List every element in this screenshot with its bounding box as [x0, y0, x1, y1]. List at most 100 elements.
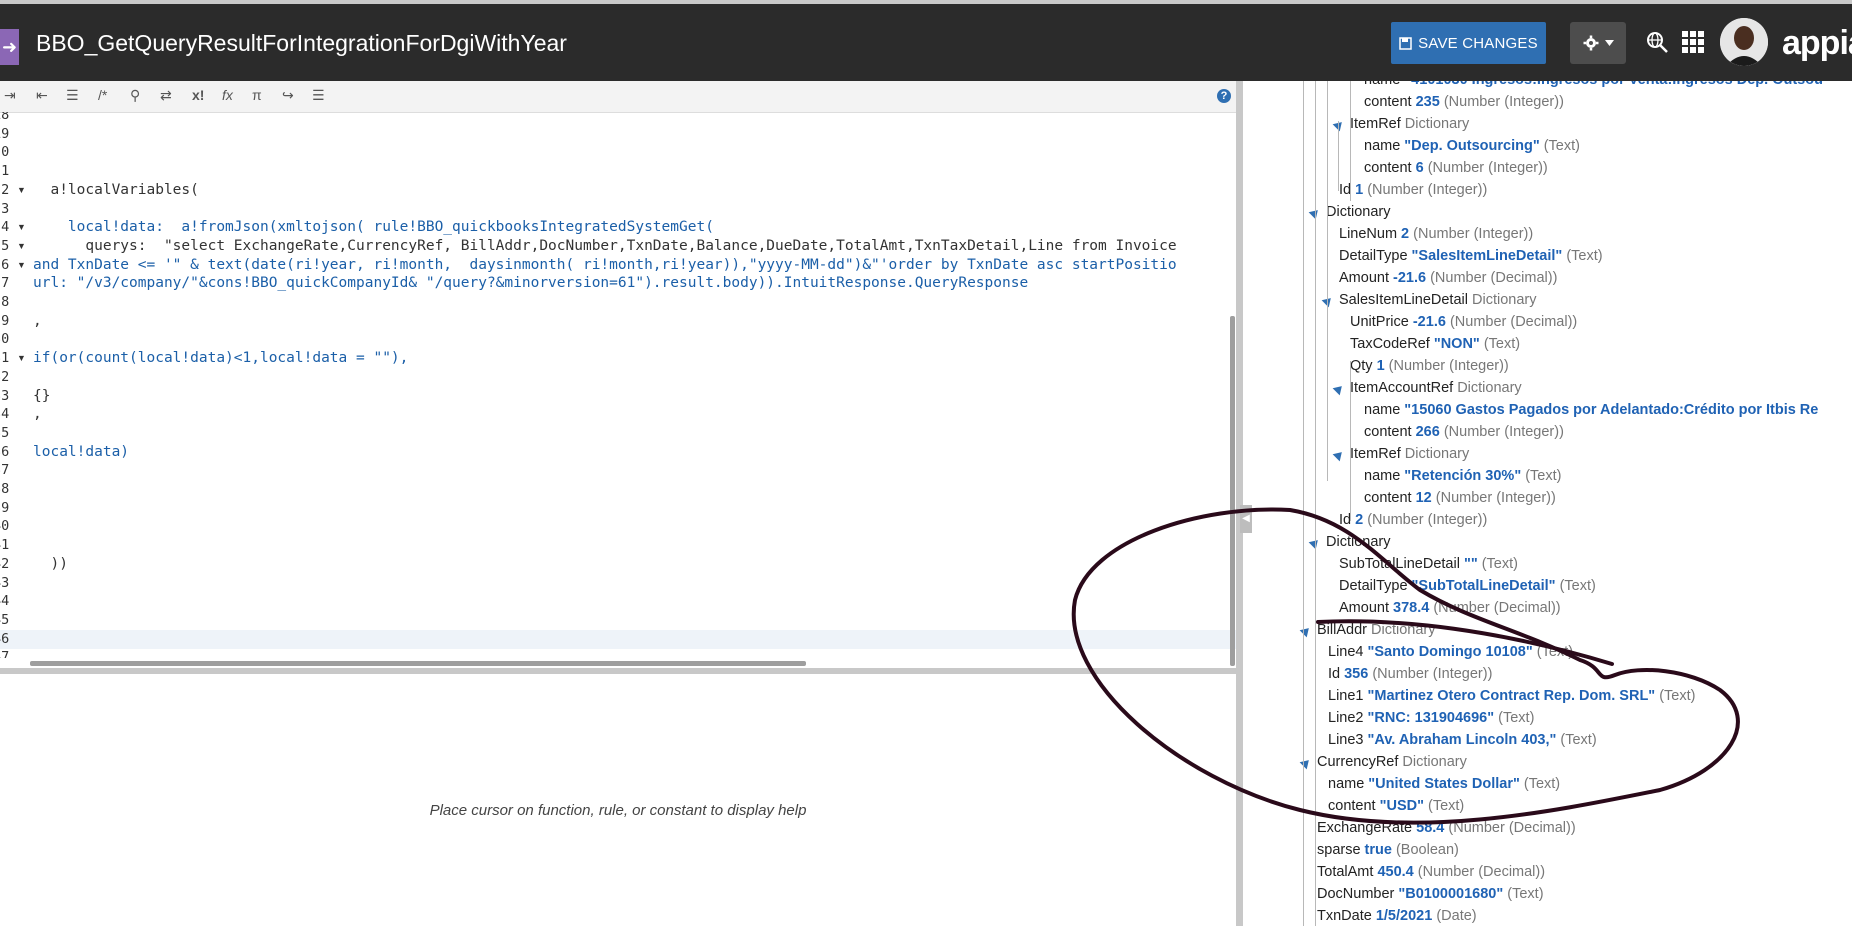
code-line[interactable]: 34, [0, 405, 1236, 424]
code-line[interactable]: 35 [0, 424, 1236, 443]
code-line[interactable]: 20 [0, 143, 1236, 162]
tree-node-value: 6 [1411, 160, 1424, 176]
code-line[interactable]: 27 url: "/v3/company/"&cons!BBO_quickComp… [0, 274, 1236, 293]
code-line[interactable]: 28 [0, 293, 1236, 312]
code-text: local!data) [33, 443, 130, 460]
settings-menu-button[interactable] [1570, 22, 1626, 64]
shuffle-icon[interactable]: ⇄ [160, 87, 172, 104]
tree-node-type: Dictionary [1398, 754, 1467, 770]
tree-node: Line4 "Santo Domingo 10108" (Text) [1328, 644, 1573, 660]
globe-search-icon[interactable] [1645, 30, 1669, 54]
tree-node-value: "B0100001680" [1394, 886, 1504, 902]
back-arrow-icon[interactable]: ➜ [0, 29, 19, 65]
x-bang-icon[interactable]: x! [192, 87, 204, 103]
collapse-triangle-icon[interactable] [1321, 294, 1335, 308]
tree-node-type: Dictionary [1467, 292, 1537, 308]
save-changes-button[interactable]: SAVE CHANGES [1391, 22, 1546, 64]
tree-node-value: 12 [1411, 490, 1432, 506]
code-line[interactable]: 18 [0, 112, 1236, 125]
line-number: 29 [0, 312, 10, 329]
tree-node-key: content [1364, 490, 1412, 506]
tree-node: Line3 "Av. Abraham Lincoln 403," (Text) [1328, 732, 1597, 748]
line-number: 33 [0, 387, 10, 404]
pi-icon[interactable]: π [252, 87, 262, 103]
collapse-triangle-icon[interactable] [1332, 118, 1346, 132]
tree-node-type: (Text) [1477, 556, 1518, 572]
code-line[interactable]: 33 {} [0, 387, 1236, 406]
line-number: 31 ▾ [0, 350, 26, 367]
tree-node-value: "SubTotalLineDetail" [1407, 578, 1556, 594]
list-icon[interactable]: ☰ [66, 87, 79, 104]
vertical-scrollbar[interactable] [1230, 316, 1235, 666]
code-line[interactable]: 22 ▾ a!localVariables( [0, 181, 1236, 200]
pane-divider-vertical[interactable] [1236, 81, 1243, 926]
tree-node: SalesItemLineDetail Dictionary [1339, 292, 1536, 308]
tree-node: content 266 (Number (Integer)) [1364, 424, 1564, 440]
tree-node-type: (Text) [1479, 336, 1521, 352]
horizontal-scrollbar[interactable] [30, 661, 806, 666]
tree-node-key: TaxCodeRef [1350, 336, 1430, 352]
tree-node-key: Id [1328, 666, 1341, 682]
tree-node-key: content [1364, 424, 1412, 440]
code-line[interactable]: 47 [0, 648, 1236, 658]
tree-node-type: (Number (Decimal)) [1413, 864, 1546, 880]
code-line[interactable]: 19 [0, 125, 1236, 144]
collapse-triangle-icon[interactable] [1299, 756, 1313, 770]
code-line[interactable]: 26 ▾ and TxnDate <= '" & text(date(ri!yea… [0, 256, 1236, 275]
collapse-pane-handle[interactable]: ◀ [1240, 505, 1252, 533]
collapse-triangle-icon[interactable] [1299, 624, 1313, 638]
code-line[interactable]: 38 [0, 480, 1236, 499]
tree-node: DocNumber "B0100001680" (Text) [1317, 886, 1544, 902]
save-changes-label: SAVE CHANGES [1418, 34, 1538, 52]
code-line[interactable]: 25 ▾ querys: "select ExchangeRate,Curren… [0, 237, 1236, 256]
tree-node: BillAddr Dictionary [1317, 622, 1435, 638]
indent-icon[interactable]: ⇥ [4, 87, 16, 104]
code-line[interactable]: 36 local!data) [0, 443, 1236, 462]
code-line[interactable]: 37 [0, 461, 1236, 480]
code-line[interactable]: 30 [0, 330, 1236, 349]
code-line[interactable]: 44 [0, 592, 1236, 611]
line-number: 28 [0, 294, 10, 310]
user-avatar[interactable] [1720, 18, 1768, 66]
tree-node-key: Amount [1339, 600, 1389, 616]
code-line[interactable]: 46 [0, 629, 1236, 649]
code-line[interactable]: 29, [0, 312, 1236, 331]
search-icon[interactable]: ⚲ [130, 87, 140, 104]
tree-node: ExchangeRate 58.4 (Number (Decimal)) [1317, 820, 1576, 836]
code-line[interactable]: 40 [0, 517, 1236, 536]
tree-node-value: 2 [1397, 226, 1410, 242]
apps-grid-icon[interactable] [1682, 31, 1704, 53]
collapse-triangle-icon[interactable] [1332, 448, 1346, 462]
code-line[interactable]: 39 [0, 499, 1236, 518]
fx-icon[interactable]: fx [222, 87, 233, 103]
tree-node-type: (Text) [1555, 578, 1596, 594]
export-icon[interactable]: ↪ [282, 87, 294, 104]
outdent-icon[interactable]: ⇤ [36, 87, 48, 104]
tree-node-value: "15060 Gastos Pagados por Adelantado:Cré… [1400, 402, 1819, 418]
code-line[interactable]: 32 [0, 368, 1236, 387]
line-number: 38 [0, 481, 10, 497]
code-line[interactable]: 21 [0, 162, 1236, 181]
tree-node: UnitPrice -21.6 (Number (Decimal)) [1350, 314, 1577, 330]
help-icon[interactable]: ? [1217, 89, 1231, 103]
code-line[interactable]: 45 [0, 611, 1236, 630]
collapse-triangle-icon[interactable] [1332, 382, 1346, 396]
tree-node-value: "USD" [1375, 798, 1424, 814]
tree-node-key: Dictionary [1326, 534, 1391, 550]
tree-node-key: Line4 [1328, 644, 1364, 660]
tree-node: DetailType "SubTotalLineDetail" (Text) [1339, 578, 1596, 594]
code-line[interactable]: 43 [0, 574, 1236, 593]
code-area[interactable]: 1819202122 ▾ a!localVariables(2324 ▾ loc… [0, 112, 1236, 658]
code-line[interactable]: 23 [0, 200, 1236, 219]
code-line[interactable]: 41 [0, 536, 1236, 555]
find-replace-icon[interactable]: ☰ [312, 87, 325, 104]
tree-node: name "Dep. Outsourcing" (Text) [1364, 138, 1580, 154]
code-line[interactable]: 31 ▾ if(or(count(local!data)<1,local!data… [0, 349, 1236, 368]
comment-icon[interactable]: /* [98, 87, 107, 103]
code-line[interactable]: 42 )) [0, 555, 1236, 574]
expression-editor[interactable]: ⇥ ⇤ ☰ /* ⚲ ⇄ x! fx π ↪ ☰ ? 18 19 20 2122 ▾ … [0, 81, 1236, 668]
help-placeholder-text: Place cursor on function, rule, or const… [429, 802, 807, 819]
code-line[interactable]: 24 ▾ local!data: a!fromJson(xmltojson( r… [0, 218, 1236, 237]
tree-node-type: (Number (Integer)) [1439, 94, 1564, 110]
tree-node-key: sparse [1317, 842, 1361, 858]
